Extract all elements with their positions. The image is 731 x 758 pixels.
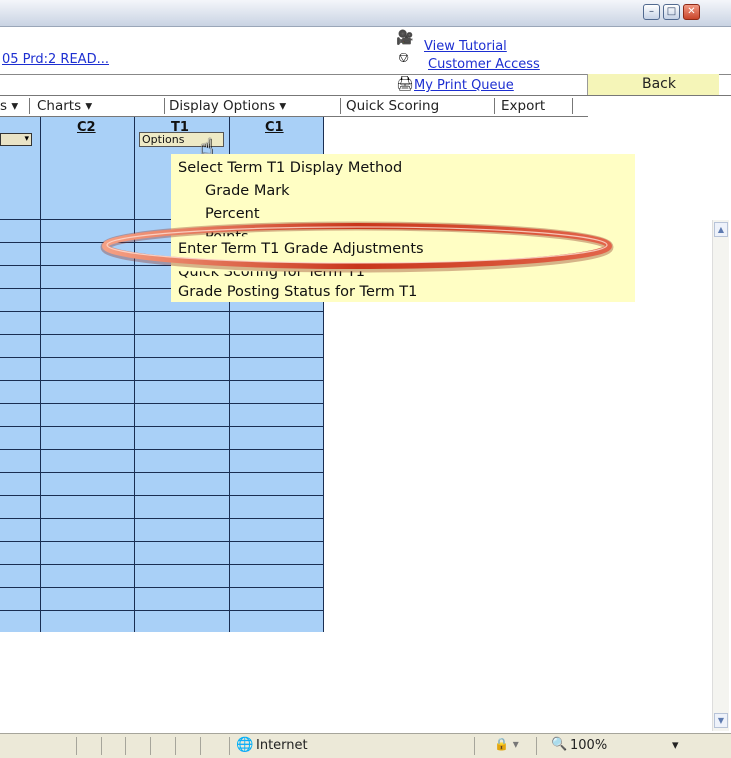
- column-options-dropdown[interactable]: ▾: [0, 133, 32, 146]
- popup-title: Select Term T1 Display Method: [178, 160, 403, 176]
- grid-row-line: [0, 403, 324, 404]
- menu-separator: [494, 98, 495, 114]
- grid-column-line: [134, 117, 135, 632]
- protected-mode-icon[interactable]: 🔒 ▾: [494, 737, 519, 751]
- menu-separator: [572, 98, 573, 114]
- zoom-level[interactable]: 100%: [570, 738, 607, 753]
- menu-item-quick-scoring[interactable]: Quick Scoring: [346, 96, 439, 116]
- menu-separator: [29, 98, 30, 114]
- status-bar: 🌐 Internet 🔒 ▾ 🔍 100% ▾: [0, 733, 731, 758]
- grid-row-line: [0, 380, 324, 381]
- zoom-icon[interactable]: 🔍: [551, 737, 567, 752]
- column-header-c2[interactable]: C2: [77, 120, 96, 135]
- customer-access-icon: ⎊: [398, 50, 410, 66]
- maximize-button[interactable]: □: [663, 4, 680, 20]
- popup-item-grade-mark[interactable]: Grade Mark: [205, 183, 290, 199]
- grid-row-line: [0, 311, 324, 312]
- grid-column-line: [40, 117, 41, 632]
- close-button[interactable]: ✕: [683, 4, 700, 20]
- grid-row-line: [0, 426, 324, 427]
- view-tutorial-link[interactable]: View Tutorial: [424, 39, 507, 54]
- my-print-queue-link[interactable]: My Print Queue: [414, 78, 514, 93]
- menu-item-charts[interactable]: Charts ▾: [37, 96, 92, 116]
- customer-access-link[interactable]: Customer Access: [428, 57, 540, 72]
- projector-icon: 🎥: [396, 30, 414, 46]
- grid-row-line: [0, 541, 324, 542]
- grid-row-line: [0, 472, 324, 473]
- grid-row-line: [0, 449, 324, 450]
- zoom-dropdown-icon[interactable]: ▾: [672, 738, 679, 753]
- back-button[interactable]: Back: [587, 74, 719, 95]
- zone-label: Internet: [256, 738, 308, 753]
- highlight-ellipse: [100, 221, 614, 273]
- menu-item-display-options[interactable]: Display Options ▾: [169, 96, 286, 116]
- scroll-up-arrow-icon[interactable]: ▲: [714, 222, 728, 237]
- grid-row-line: [0, 518, 324, 519]
- window-title-bar: – □ ✕: [0, 0, 731, 27]
- vertical-scrollbar[interactable]: ▲ ▼: [712, 220, 729, 731]
- menu-item-export[interactable]: Export: [501, 96, 545, 116]
- grid-row-line: [0, 357, 324, 358]
- grid-row-line: [0, 564, 324, 565]
- menu-separator: [340, 98, 341, 114]
- menu-item-partial[interactable]: s ▾: [0, 96, 18, 116]
- grid-row-line: [0, 587, 324, 588]
- scroll-down-arrow-icon[interactable]: ▼: [714, 713, 728, 728]
- period-link[interactable]: 05 Prd:2 READ...: [2, 52, 109, 67]
- grid-row-line: [0, 495, 324, 496]
- popup-item-grade-posting-status[interactable]: Grade Posting Status for Term T1: [178, 284, 417, 300]
- column-header-c1[interactable]: C1: [265, 120, 284, 135]
- grid-row-line: [0, 610, 324, 611]
- printer-icon: 🖨: [396, 76, 414, 92]
- grid-row-line: [0, 334, 324, 335]
- globe-icon: 🌐: [236, 737, 254, 753]
- minimize-button[interactable]: –: [643, 4, 660, 20]
- menu-separator: [164, 98, 165, 114]
